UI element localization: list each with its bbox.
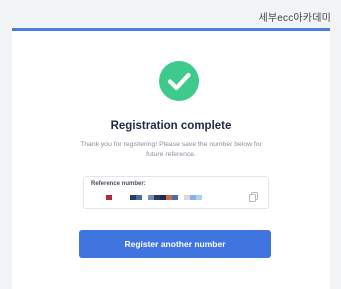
redaction-block [196, 194, 202, 200]
registration-card: Registration complete Thank you for regi… [12, 28, 330, 289]
copy-icon[interactable] [249, 189, 258, 202]
reference-number-label: Reference number: [91, 181, 146, 187]
page-frame: 세부ecc아카데미 Registration complete Thank yo… [0, 0, 341, 289]
page-title: Registration complete [110, 120, 232, 132]
success-check-icon [159, 61, 199, 101]
reference-number-value-redacted [106, 194, 202, 200]
description-text: Thank you for registering! Please save t… [80, 141, 262, 158]
watermark-text: 세부ecc아카데미 [258, 13, 331, 24]
register-another-number-button[interactable]: Register another number [79, 230, 271, 258]
reference-number-box: Reference number: [83, 176, 269, 209]
